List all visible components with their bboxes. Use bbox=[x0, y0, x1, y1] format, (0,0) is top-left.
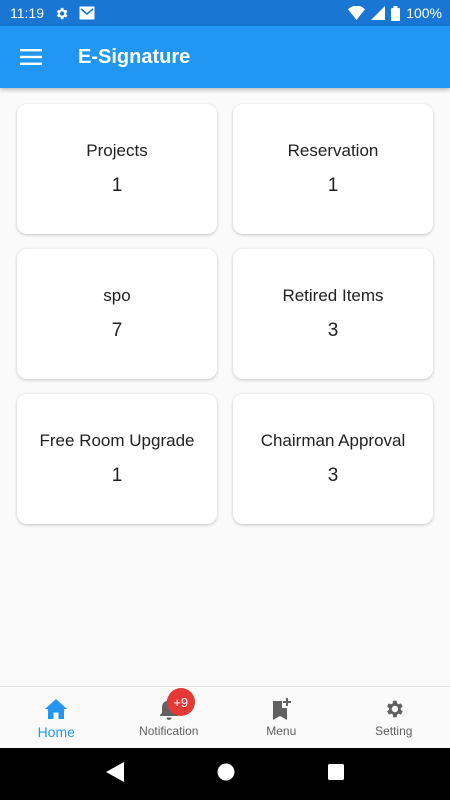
bottom-navigation: Home +9 Notification Menu Setting bbox=[0, 686, 450, 748]
system-navigation-bar bbox=[0, 748, 450, 800]
nav-label: Menu bbox=[266, 724, 297, 738]
nav-label: Setting bbox=[375, 724, 413, 738]
card-chairman-approval[interactable]: Chairman Approval 3 bbox=[233, 394, 433, 524]
card-title: spo bbox=[103, 286, 131, 305]
nav-item-setting[interactable]: Setting bbox=[338, 687, 450, 748]
battery-icon bbox=[391, 5, 401, 21]
signal-icon bbox=[371, 6, 386, 20]
home-circle-icon[interactable] bbox=[217, 763, 235, 786]
home-icon bbox=[45, 697, 68, 721]
card-retired-items[interactable]: Retired Items 3 bbox=[233, 249, 433, 379]
card-count: 1 bbox=[327, 175, 339, 196]
settings-status-icon bbox=[54, 6, 69, 21]
mail-status-icon bbox=[79, 6, 95, 20]
dashboard-grid: Projects 1 Reservation 1 spo 7 Retired I… bbox=[17, 104, 433, 524]
bookmark-add-icon bbox=[270, 697, 292, 721]
status-bar: 11:19 100% bbox=[0, 0, 450, 26]
card-count: 1 bbox=[111, 465, 123, 486]
nav-item-home[interactable]: Home bbox=[0, 687, 113, 748]
card-spo[interactable]: spo 7 bbox=[17, 249, 217, 379]
card-free-room-upgrade[interactable]: Free Room Upgrade 1 bbox=[17, 394, 217, 524]
card-title: Reservation bbox=[287, 141, 379, 160]
card-count: 3 bbox=[327, 320, 339, 341]
wifi-icon bbox=[348, 6, 366, 20]
nav-label: Home bbox=[37, 724, 75, 740]
notification-badge: +9 bbox=[166, 688, 195, 716]
card-title: Chairman Approval bbox=[260, 431, 406, 450]
recents-icon[interactable] bbox=[327, 763, 344, 785]
card-count: 7 bbox=[111, 320, 123, 341]
hamburger-menu-icon[interactable] bbox=[0, 26, 62, 88]
gear-icon bbox=[383, 697, 405, 721]
card-title: Free Room Upgrade bbox=[39, 431, 195, 450]
card-title: Projects bbox=[86, 141, 148, 160]
card-count: 3 bbox=[327, 465, 339, 486]
card-projects[interactable]: Projects 1 bbox=[17, 104, 217, 234]
battery-percent: 100% bbox=[406, 5, 442, 21]
app-bar: E-Signature bbox=[0, 26, 450, 88]
nav-label: Notification bbox=[139, 724, 199, 738]
nav-item-menu[interactable]: Menu bbox=[225, 687, 338, 748]
card-title: Retired Items bbox=[282, 286, 384, 305]
card-count: 1 bbox=[111, 175, 123, 196]
nav-item-notification[interactable]: +9 Notification bbox=[113, 687, 226, 748]
page-title: E-Signature bbox=[78, 45, 191, 68]
status-time: 11:19 bbox=[10, 5, 44, 21]
card-reservation[interactable]: Reservation 1 bbox=[233, 104, 433, 234]
back-icon[interactable] bbox=[106, 761, 125, 787]
